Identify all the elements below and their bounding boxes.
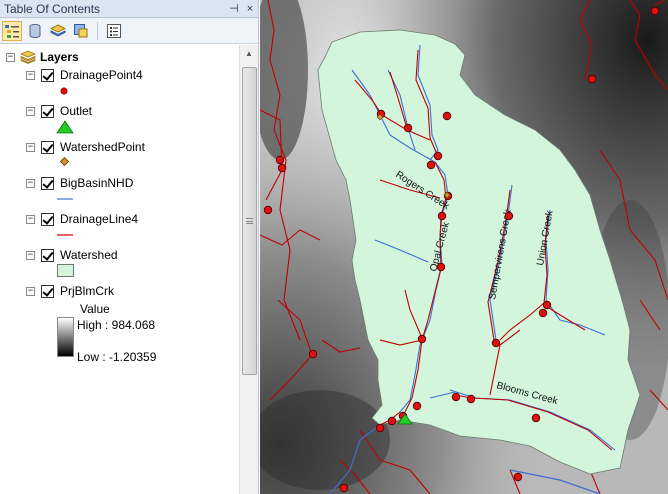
drainage-point[interactable] — [308, 349, 318, 359]
drainage-point[interactable] — [426, 160, 436, 170]
drainage-point[interactable] — [587, 74, 597, 84]
green-fill-symbol-icon — [57, 264, 74, 277]
scroll-thumb[interactable] — [242, 67, 257, 375]
toolbar-separator — [97, 21, 98, 40]
tree-root-layers[interactable]: − Layers — [6, 49, 79, 65]
drainage-point[interactable] — [339, 483, 349, 493]
layer-label[interactable]: Watershed — [60, 248, 118, 262]
collapse-icon[interactable]: − — [26, 70, 35, 80]
layer-bigbasinnhd[interactable]: − BigBasinNHD — [26, 175, 133, 191]
drawing-order-icon — [5, 24, 19, 38]
layer-outlet[interactable]: − Outlet — [26, 103, 92, 119]
drainage-point[interactable] — [542, 300, 552, 310]
collapse-icon[interactable]: − — [26, 178, 35, 188]
drainage-point[interactable] — [277, 163, 287, 173]
collapse-icon[interactable]: − — [26, 142, 35, 152]
raster-low-label: Low : -1.20359 — [77, 350, 157, 364]
layer-visibility-checkbox[interactable] — [41, 140, 54, 154]
drainage-point[interactable] — [387, 416, 397, 426]
drainage-point[interactable] — [263, 205, 273, 215]
map-view[interactable]: Rogers Creek Opal Creek Sempervirens Cre… — [260, 0, 668, 494]
layer-tree: − Layers − DrainagePoint4 − Outlet − Wat… — [0, 45, 236, 494]
layer-visibility-checkbox[interactable] — [41, 176, 54, 190]
drainage-point[interactable] — [403, 123, 413, 133]
layer-drainagepoint4[interactable]: − DrainagePoint4 — [26, 67, 143, 83]
blue-line-symbol-icon — [57, 198, 73, 200]
collapse-icon[interactable]: − — [6, 52, 15, 62]
collapse-icon[interactable]: − — [26, 106, 35, 116]
red-line-symbol-icon — [57, 234, 73, 236]
drainage-point[interactable] — [433, 151, 443, 161]
layer-label[interactable]: PrjBlmCrk — [60, 284, 114, 298]
layer-watershed[interactable]: − Watershed — [26, 247, 118, 263]
drainage-point[interactable] — [466, 394, 476, 404]
list-by-selection-button[interactable] — [71, 21, 91, 41]
toc-title-bar: Table Of Contents ⊣ × — [0, 0, 258, 18]
scroll-up-arrow-icon[interactable]: ▲ — [240, 45, 258, 62]
list-by-drawing-order-button[interactable] — [2, 20, 22, 41]
toc-toolbar — [0, 18, 258, 44]
collapse-icon[interactable]: − — [26, 214, 35, 224]
layer-visibility-checkbox[interactable] — [41, 248, 54, 262]
raster-high-label: High : 984.068 — [77, 318, 156, 332]
layers-stack-icon — [50, 23, 66, 37]
drainage-point[interactable] — [504, 211, 514, 221]
drainage-point[interactable] — [417, 334, 427, 344]
drainage-point[interactable] — [275, 155, 285, 165]
red-dot-symbol-icon — [60, 87, 68, 95]
layer-visibility-checkbox[interactable] — [41, 68, 54, 82]
toc-vertical-scrollbar[interactable]: ▲ — [239, 45, 258, 494]
drainage-point[interactable] — [513, 472, 523, 482]
drainage-point[interactable] — [442, 111, 452, 121]
layer-visibility-checkbox[interactable] — [41, 212, 54, 226]
selection-icon — [74, 23, 88, 37]
close-icon[interactable]: × — [242, 1, 258, 17]
drainage-point[interactable] — [531, 413, 541, 423]
layer-label[interactable]: BigBasinNHD — [60, 176, 133, 190]
list-by-visibility-button[interactable] — [48, 21, 68, 41]
raster-value-label: Value — [80, 302, 110, 316]
drainage-point[interactable] — [436, 262, 446, 272]
toc-title: Table Of Contents — [4, 1, 101, 16]
drainage-point[interactable] — [437, 211, 447, 221]
layer-label[interactable]: DrainageLine4 — [60, 212, 138, 226]
layer-label[interactable]: WatershedPoint — [60, 140, 145, 154]
layer-prjblmcrk[interactable]: − PrjBlmCrk — [26, 283, 114, 299]
layer-drainageline4[interactable]: − DrainageLine4 — [26, 211, 138, 227]
drainage-point[interactable] — [375, 423, 385, 433]
options-button[interactable] — [104, 21, 124, 41]
drainage-point[interactable] — [538, 308, 548, 318]
grayscale-ramp-symbol-icon — [57, 317, 74, 357]
drainage-point[interactable] — [491, 338, 501, 348]
map-canvas[interactable]: Rogers Creek Opal Creek Sempervirens Cre… — [260, 0, 668, 494]
green-triangle-symbol-icon — [56, 120, 74, 134]
layer-watershedpoint[interactable]: − WatershedPoint — [26, 139, 145, 155]
drainage-point[interactable] — [451, 392, 461, 402]
grip-icon — [246, 218, 253, 224]
list-by-source-button[interactable] — [25, 21, 45, 41]
root-layers-label: Layers — [40, 50, 79, 64]
layer-label[interactable]: DrainagePoint4 — [60, 68, 143, 82]
options-list-icon — [107, 23, 121, 38]
drainage-point[interactable] — [412, 401, 422, 411]
pin-icon[interactable]: ⊣ — [226, 1, 242, 17]
layer-visibility-checkbox[interactable] — [41, 284, 54, 298]
layers-icon — [20, 50, 36, 64]
drainage-point[interactable] — [650, 6, 660, 16]
layer-visibility-checkbox[interactable] — [41, 104, 54, 118]
collapse-icon[interactable]: − — [26, 250, 35, 260]
database-icon — [29, 23, 41, 38]
table-of-contents-panel: Table Of Contents ⊣ × − Layers − Drainag… — [0, 0, 259, 494]
layer-label[interactable]: Outlet — [60, 104, 92, 118]
orange-diamond-symbol-icon — [60, 157, 69, 166]
collapse-icon[interactable]: − — [26, 286, 35, 296]
